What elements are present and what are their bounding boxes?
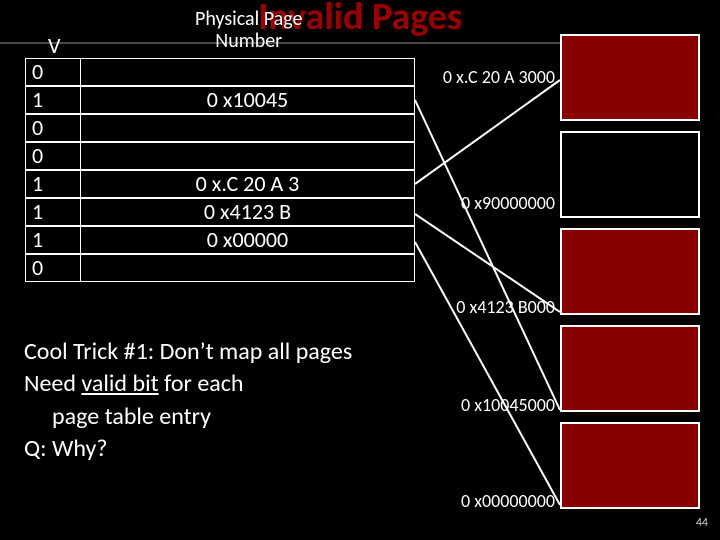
valid-bit-cell: 0 xyxy=(25,58,81,86)
table-row: 0 xyxy=(25,58,415,86)
column-header-v: V xyxy=(48,32,60,59)
body-text: Cool Trick #1: Don’t map all pages Need … xyxy=(24,336,474,466)
valid-bit-cell: 1 xyxy=(25,170,81,198)
memory-block xyxy=(560,34,700,121)
body-line2: Need valid bit for each xyxy=(24,368,474,400)
underlined-text: valid bit xyxy=(81,369,158,398)
valid-bit-cell: 1 xyxy=(25,226,81,254)
phys-page-cell: 0 x00000 xyxy=(81,226,415,254)
table-row: 0 xyxy=(25,254,415,282)
memory-block xyxy=(560,228,700,315)
valid-bit-cell: 0 xyxy=(25,114,81,142)
body-line1: Cool Trick #1: Don’t map all pages xyxy=(24,336,474,368)
phys-page-cell xyxy=(81,254,415,282)
body-line3: page table entry xyxy=(24,401,474,433)
address-label: 0 x10045000 xyxy=(461,394,555,416)
phys-page-cell: 0 x4123 B xyxy=(81,198,415,226)
phys-page-cell xyxy=(81,142,415,170)
valid-bit-cell: 0 xyxy=(25,142,81,170)
table-row: 1 0 x4123 B xyxy=(25,198,415,226)
text-fragment: Need xyxy=(24,369,81,398)
column-header-physical: Physical Page Number xyxy=(195,8,302,52)
table-row: 0 xyxy=(25,142,415,170)
memory-block xyxy=(560,131,700,218)
table-row: 1 0 x.C 20 A 3 xyxy=(25,170,415,198)
address-label: 0 x4123 B000 xyxy=(456,296,555,318)
page-table: 0 1 0 x10045 0 0 1 0 x.C 20 A 3 1 0 x412… xyxy=(25,58,415,282)
valid-bit-cell: 1 xyxy=(25,198,81,226)
memory-block xyxy=(560,422,700,509)
table-row: 1 0 x10045 xyxy=(25,86,415,114)
header-line2: Number xyxy=(215,29,282,53)
physical-memory xyxy=(560,34,700,519)
slide-number: 44 xyxy=(696,516,708,530)
table-row: 1 0 x00000 xyxy=(25,226,415,254)
address-label: 0 x90000000 xyxy=(461,192,555,214)
phys-page-cell xyxy=(81,114,415,142)
table-row: 0 xyxy=(25,114,415,142)
address-label: 0 x.C 20 A 3000 xyxy=(443,66,555,88)
phys-page-cell xyxy=(81,58,415,86)
body-line4: Q: Why? xyxy=(24,433,474,465)
text-fragment: for each xyxy=(159,369,244,398)
memory-block xyxy=(560,325,700,412)
valid-bit-cell: 1 xyxy=(25,86,81,114)
address-label: 0 x00000000 xyxy=(461,490,555,512)
header-line1: Physical Page xyxy=(195,7,302,31)
phys-page-cell: 0 x.C 20 A 3 xyxy=(81,170,415,198)
valid-bit-cell: 0 xyxy=(25,254,81,282)
phys-page-cell: 0 x10045 xyxy=(81,86,415,114)
